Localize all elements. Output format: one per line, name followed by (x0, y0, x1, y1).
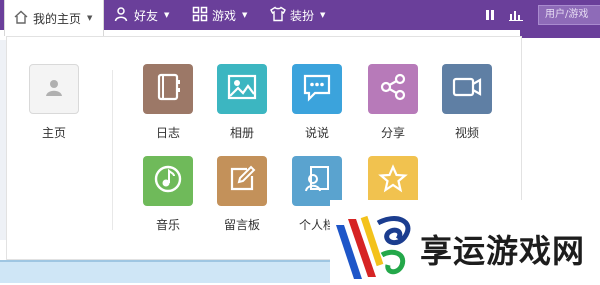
app-message-board-label: 留言板 (223, 218, 260, 232)
app-diary-label: 日志 (155, 126, 180, 140)
app-diary[interactable]: 日志 (138, 64, 198, 141)
app-album-label: 相册 (229, 126, 254, 140)
stats-button[interactable] (506, 6, 526, 24)
profile-tile (292, 156, 342, 206)
music-note-icon (152, 163, 184, 199)
watermark-text: 享运游戏网 (420, 232, 586, 270)
grid-icon (192, 6, 208, 25)
pause-icon (484, 6, 496, 25)
nav-games-label: 游戏 (212, 8, 237, 23)
nav-dress-up-label: 装扮 (290, 8, 315, 23)
speech-bubble-icon (301, 72, 333, 106)
chevron-down-icon: ▼ (242, 11, 248, 19)
background-bottom (0, 260, 340, 283)
picture-icon (226, 72, 258, 106)
bar-chart-icon (509, 6, 523, 25)
diary-tile (143, 64, 193, 114)
chevron-down-icon: ▼ (87, 14, 93, 22)
app-album[interactable]: 相册 (212, 64, 272, 141)
app-music[interactable]: 音乐 (138, 156, 198, 233)
person-icon (114, 6, 130, 25)
right-banner-strip (520, 30, 600, 38)
profile-card-icon (302, 164, 332, 198)
app-share-label: 分享 (380, 126, 405, 140)
watermark-logo (334, 205, 420, 285)
user-avatar-icon (44, 77, 64, 101)
notebook-icon (153, 72, 183, 106)
edit-icon (227, 164, 257, 198)
pause-button[interactable] (480, 6, 500, 24)
video-camera-icon (451, 72, 483, 106)
star-icon (378, 164, 408, 198)
nav-my-homepage[interactable]: 我的主页 ▼ (4, 0, 104, 36)
app-talk[interactable]: 说说 (287, 64, 347, 141)
nav-friends[interactable]: 好友 ▼ (114, 0, 169, 30)
panel-divider (112, 70, 113, 230)
tshirt-icon (270, 6, 286, 25)
nav-my-homepage-label: 我的主页 (33, 11, 82, 26)
app-music-label: 音乐 (155, 218, 180, 232)
app-video-label: 视频 (454, 126, 479, 140)
app-talk-label: 说说 (304, 126, 329, 140)
house-icon (13, 9, 29, 28)
app-message-board[interactable]: 留言板 (212, 156, 272, 233)
search-input[interactable]: 用户/游戏 (538, 5, 600, 25)
video-tile (442, 64, 492, 114)
chevron-down-icon: ▼ (164, 11, 170, 19)
talk-tile (292, 64, 342, 114)
album-tile (217, 64, 267, 114)
app-home[interactable]: 主页 (24, 64, 84, 141)
share-icon (378, 72, 408, 106)
chevron-down-icon: ▼ (320, 11, 326, 19)
nav-dress-up[interactable]: 装扮 ▼ (270, 0, 325, 30)
home-tile (29, 64, 79, 114)
nav-friends-label: 好友 (134, 8, 159, 23)
favorite-tile (368, 156, 418, 206)
nav-games[interactable]: 游戏 ▼ (192, 0, 247, 30)
app-video[interactable]: 视频 (437, 64, 497, 141)
share-tile (368, 64, 418, 114)
app-home-label: 主页 (41, 126, 66, 140)
app-share[interactable]: 分享 (363, 64, 423, 141)
music-tile (143, 156, 193, 206)
message-board-tile (217, 156, 267, 206)
